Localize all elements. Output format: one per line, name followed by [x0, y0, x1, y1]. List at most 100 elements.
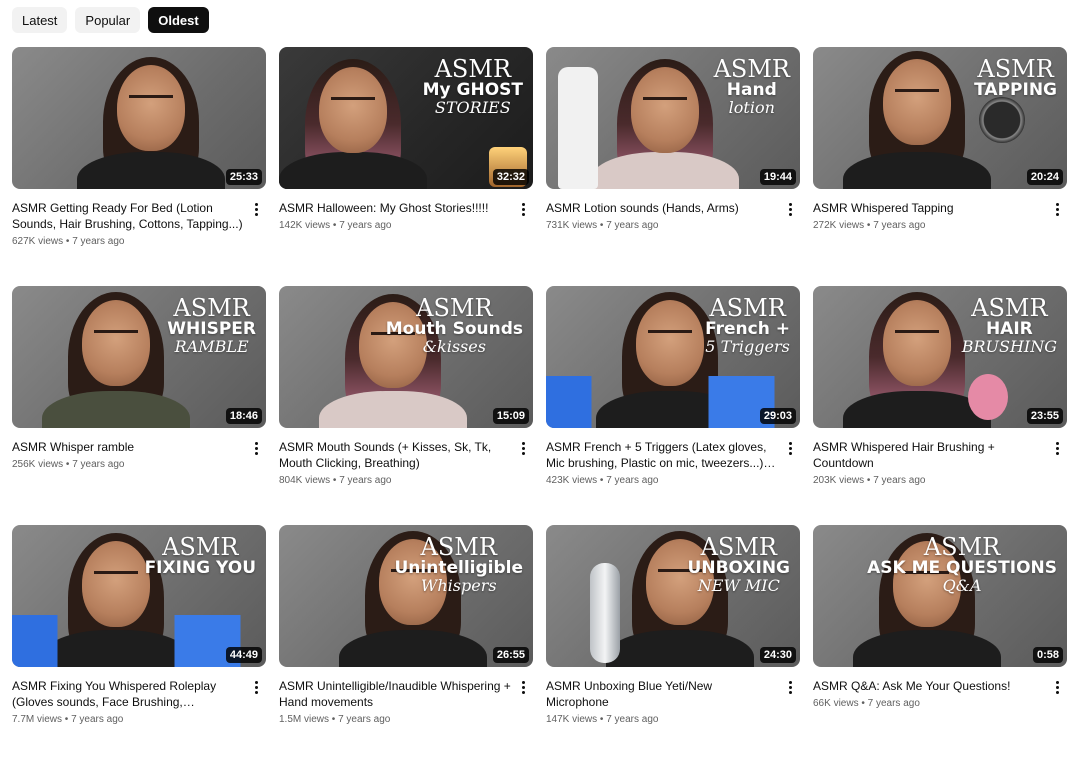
more-dot [788, 685, 792, 689]
video-card[interactable]: ASMR WHISPER RAMBLE 18:46 ASMR Whisper rambl… [12, 286, 266, 525]
video-title[interactable]: ASMR Halloween: My Ghost Stories!!!!! [279, 200, 511, 216]
video-title[interactable]: ASMR Getting Ready For Bed (Lotion Sound… [12, 200, 244, 232]
more-vert-icon[interactable] [515, 439, 531, 457]
more-vert-icon[interactable] [248, 678, 264, 696]
video-card[interactable]: ASMR My GHOST STORIES 32:32 ASMR Halloween: … [279, 47, 533, 286]
video-meta: ASMR Whispered Tapping 272K views • 7 yea… [813, 200, 1067, 231]
chip-latest[interactable]: Latest [12, 7, 68, 33]
video-stats: 804K views • 7 years ago [279, 475, 511, 486]
video-card[interactable]: ASMR Hand lotion 19:44 ASMR Lotion sounds (H… [546, 47, 800, 286]
video-card[interactable]: ASMR ASK ME QUESTIONS Q&A 0:58 ASMR Q&A: Ask… [813, 525, 1067, 764]
more-dot [788, 212, 792, 216]
thumbnail-body-shape [591, 152, 739, 189]
separator-dot: • [597, 220, 607, 231]
duration-badge: 26:55 [492, 647, 529, 663]
thumbnail-face-shape [636, 300, 704, 386]
thumbnail-body-shape [42, 391, 190, 428]
video-title[interactable]: ASMR Whisper ramble [12, 439, 244, 455]
more-dot [521, 451, 525, 455]
video-thumbnail[interactable]: ASMR FIXING YOU 44:49 [12, 525, 266, 667]
duration-badge: 15:09 [492, 408, 529, 424]
video-title[interactable]: ASMR Fixing You Whispered Roleplay (Glov… [12, 678, 244, 710]
thumbnail-eyebrows-shape [129, 95, 173, 103]
overlay-line: ASMR [434, 55, 512, 83]
more-vert-icon[interactable] [515, 678, 531, 696]
more-dot [1055, 446, 1059, 450]
video-card[interactable]: ASMR UNBOXING NEW MIC 24:30 ASMR Unboxing Bl… [546, 525, 800, 764]
overlay-line: STORIES [434, 98, 511, 118]
video-card[interactable]: ASMR Unintelligible Whispers 26:55 ASMR Unin… [279, 525, 533, 764]
overlay-line: ASMR [977, 55, 1054, 83]
video-title[interactable]: ASMR Unboxing Blue Yeti/New Microphone [546, 678, 778, 710]
duration-badge: 24:30 [759, 647, 796, 663]
video-thumbnail[interactable]: 25:33 [12, 47, 266, 189]
video-meta: ASMR Whispered Hair Brushing + Countdown… [813, 439, 1067, 486]
video-card[interactable]: 25:33 ASMR Getting Ready For Bed (Lotion … [12, 47, 266, 286]
thumbnail-overlay-text: ASMR HAIR BRUSHING [962, 294, 1057, 356]
more-vert-icon[interactable] [248, 439, 264, 457]
video-title[interactable]: ASMR Q&A: Ask Me Your Questions! [813, 678, 1045, 694]
thumbnail-body-shape [77, 152, 225, 189]
video-card[interactable]: ASMR French +5 Triggers 29:03 ASMR French +… [546, 286, 800, 525]
thumbnail-body-shape [279, 152, 427, 189]
more-dot [521, 207, 525, 211]
video-thumbnail[interactable]: ASMR My GHOST STORIES 32:32 [279, 47, 533, 189]
more-vert-icon[interactable] [782, 200, 798, 218]
video-title[interactable]: ASMR Lotion sounds (Hands, Arms) [546, 200, 778, 216]
video-title[interactable]: ASMR Whispered Tapping [813, 200, 1045, 216]
video-thumbnail[interactable]: ASMR HAIR BRUSHING 23:55 [813, 286, 1067, 428]
more-vert-icon[interactable] [1049, 439, 1065, 457]
video-thumbnail[interactable]: ASMR WHISPER RAMBLE 18:46 [12, 286, 266, 428]
upload-age: 7 years ago [339, 220, 392, 231]
thumbnail-face-shape [883, 59, 951, 145]
video-card[interactable]: ASMR Mouth Sounds &kisses 15:09 ASMR Mouth S… [279, 286, 533, 525]
separator-dot: • [864, 475, 874, 486]
more-vert-icon[interactable] [782, 439, 798, 457]
video-thumbnail[interactable]: ASMR ASK ME QUESTIONS Q&A 0:58 [813, 525, 1067, 667]
video-thumbnail[interactable]: ASMR French +5 Triggers 29:03 [546, 286, 800, 428]
chip-oldest[interactable]: Oldest [148, 7, 209, 33]
thumbnail-overlay-text: ASMR UNBOXING NEW MIC [688, 534, 790, 595]
video-thumbnail[interactable]: ASMR UNBOXING NEW MIC 24:30 [546, 525, 800, 667]
chip-popular[interactable]: Popular [75, 7, 141, 33]
thumbnail-overlay-text: ASMR Unintelligible Whispers [395, 533, 524, 595]
video-title[interactable]: ASMR French + 5 Triggers (Latex gloves, … [546, 439, 778, 471]
video-title[interactable]: ASMR Unintelligible/Inaudible Whispering… [279, 678, 511, 710]
more-vert-icon[interactable] [248, 200, 264, 218]
more-dot [254, 451, 258, 455]
thumbnail-eyebrows-shape [94, 330, 138, 338]
duration-badge: 18:46 [225, 408, 262, 424]
thumbnail-eyebrows-shape [331, 97, 375, 105]
view-count: 203K views [813, 475, 865, 486]
view-count: 272K views [813, 220, 865, 231]
upload-age: 7 years ago [338, 714, 391, 725]
video-stats: 203K views • 7 years ago [813, 475, 1045, 486]
overlay-line: lotion [728, 98, 775, 118]
overlay-line: ASMR [971, 294, 1048, 322]
video-card[interactable]: ASMR HAIR BRUSHING 23:55 ASMR Whispered Hair… [813, 286, 1067, 525]
more-dot [1055, 202, 1059, 206]
thumbnail-overlay-text: ASMR French +5 Triggers [705, 295, 790, 356]
more-dot [788, 451, 792, 455]
upload-age: 7 years ago [72, 236, 125, 247]
more-vert-icon[interactable] [1049, 678, 1065, 696]
more-vert-icon[interactable] [515, 200, 531, 218]
more-vert-icon[interactable] [782, 678, 798, 696]
video-thumbnail[interactable]: ASMR TAPPING 20:24 [813, 47, 1067, 189]
video-title[interactable]: ASMR Mouth Sounds (+ Kisses, Sk, Tk, Mou… [279, 439, 511, 471]
overlay-line: ASMR [420, 533, 497, 561]
video-thumbnail[interactable]: ASMR Mouth Sounds &kisses 15:09 [279, 286, 533, 428]
video-meta: ASMR Whisper ramble 256K views • 7 years … [12, 439, 266, 470]
video-title[interactable]: ASMR Whispered Hair Brushing + Countdown [813, 439, 1045, 471]
video-thumbnail[interactable]: ASMR Hand lotion 19:44 [546, 47, 800, 189]
more-vert-icon[interactable] [1049, 200, 1065, 218]
upload-age: 7 years ago [606, 714, 659, 725]
video-card[interactable]: ASMR TAPPING 20:24 ASMR Whispered Tapping 27… [813, 47, 1067, 286]
separator-dot: • [63, 459, 73, 470]
video-card[interactable]: ASMR FIXING YOU 44:49 ASMR Fixing You Whisp… [12, 525, 266, 764]
video-meta: ASMR Mouth Sounds (+ Kisses, Sk, Tk, Mou… [279, 439, 533, 486]
separator-dot: • [858, 698, 868, 709]
upload-age: 7 years ago [873, 220, 926, 231]
view-count: 423K views [546, 475, 598, 486]
video-thumbnail[interactable]: ASMR Unintelligible Whispers 26:55 [279, 525, 533, 667]
